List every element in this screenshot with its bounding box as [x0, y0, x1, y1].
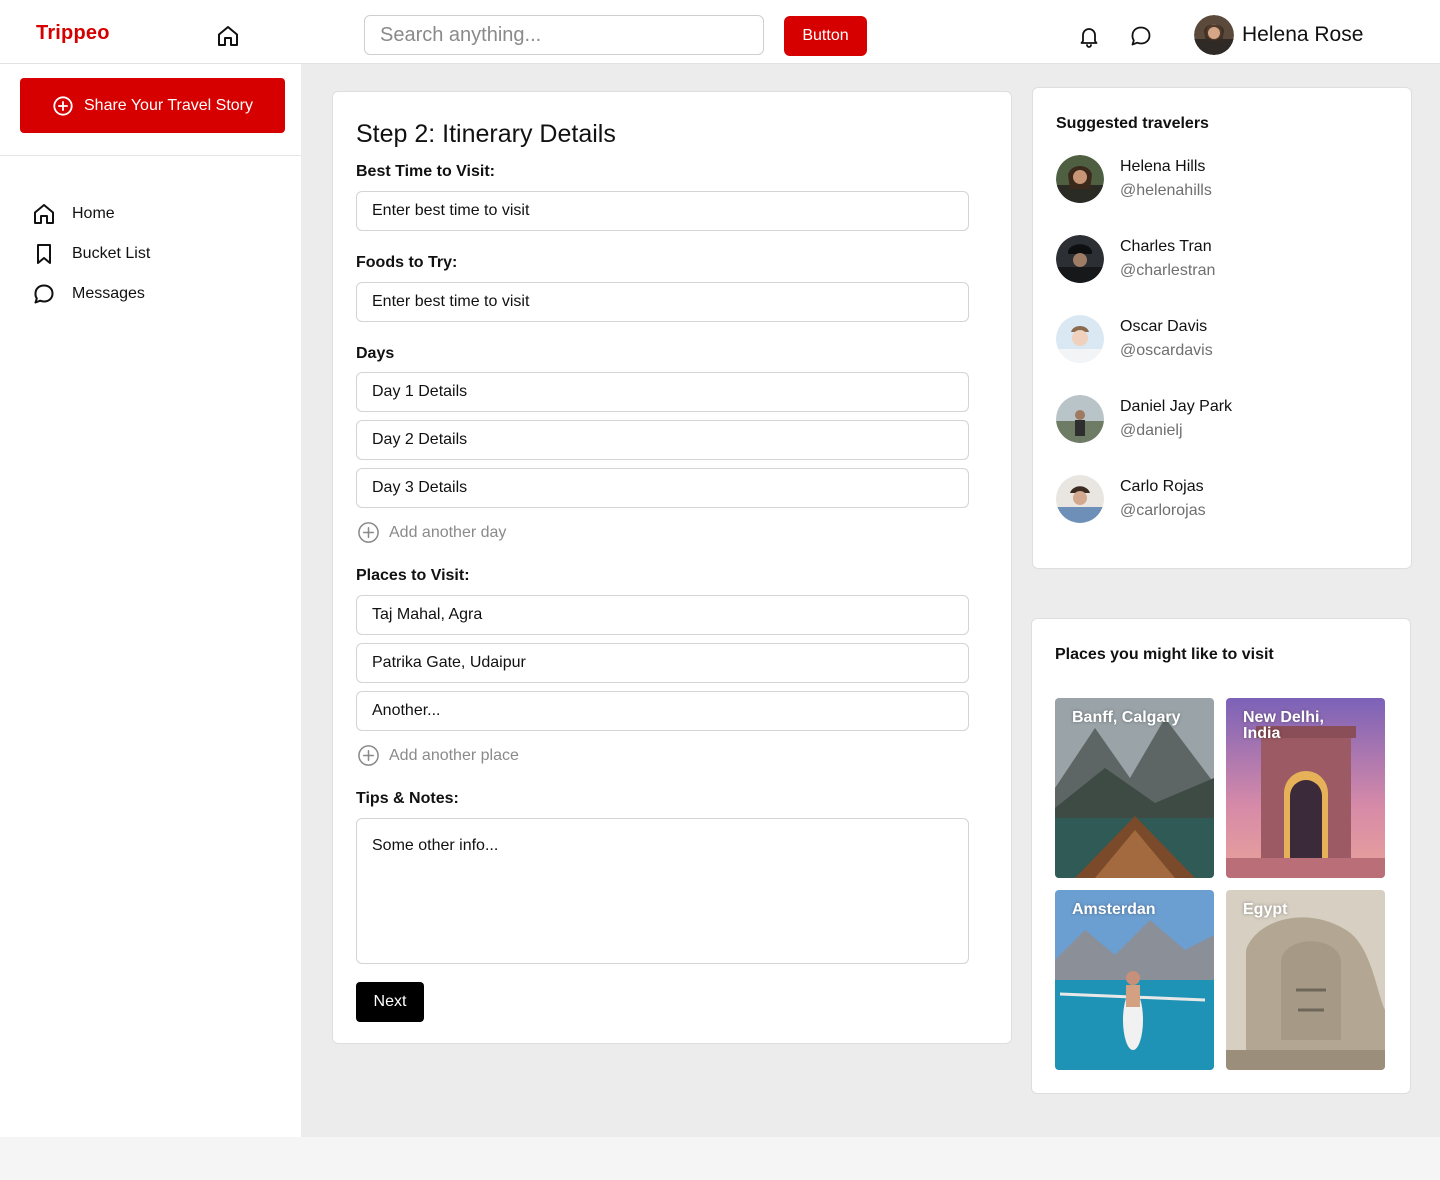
plus-circle-icon [53, 95, 73, 116]
footer-strip [0, 1137, 1440, 1180]
share-story-button[interactable]: Share Your Travel Story [20, 78, 285, 133]
traveler-item[interactable]: Oscar Davis @oscardavis [1056, 315, 1213, 363]
page-title: Step 2: Itinerary Details [356, 120, 616, 148]
place-tile-amsterdan[interactable]: Amsterdan [1055, 890, 1214, 1070]
avatar [1194, 15, 1234, 55]
place-caption: New Delhi, India [1243, 709, 1324, 742]
place-caption: Amsterdan [1072, 901, 1156, 918]
best-time-label: Best Time to Visit: [356, 163, 495, 180]
search-input[interactable] [364, 15, 764, 55]
avatar [1056, 155, 1104, 203]
traveler-handle: @helenahills [1120, 182, 1212, 199]
place-1-input[interactable] [356, 595, 969, 635]
suggested-travelers-card: Suggested travelers Helena Hills @helenah… [1032, 87, 1412, 569]
tips-textarea[interactable] [356, 818, 969, 964]
traveler-handle: @oscardavis [1120, 342, 1213, 359]
bell-icon[interactable] [1077, 24, 1101, 48]
sidebar-item-home[interactable]: Home [32, 194, 150, 234]
avatar [1056, 395, 1104, 443]
sidebar: Share Your Travel Story Home Bucket List… [0, 64, 301, 1137]
share-story-label: Share Your Travel Story [84, 96, 253, 114]
sidebar-nav: Home Bucket List Messages [32, 194, 150, 314]
avatar [1056, 315, 1104, 363]
sidebar-item-messages[interactable]: Messages [32, 274, 150, 314]
traveler-item[interactable]: Carlo Rojas @carlorojas [1056, 475, 1206, 523]
sidebar-item-label: Messages [72, 285, 145, 302]
places-label: Places to Visit: [356, 567, 470, 584]
plus-circle-icon [358, 745, 379, 766]
add-place-button[interactable]: Add another place [357, 744, 519, 767]
traveler-name: Helena Hills [1120, 158, 1206, 175]
user-menu[interactable]: Helena Rose [1194, 15, 1363, 55]
plus-circle-icon [358, 522, 379, 543]
traveler-item[interactable]: Helena Hills @helenahills [1056, 155, 1212, 203]
place-3-input[interactable] [356, 691, 969, 731]
best-time-input[interactable] [356, 191, 969, 231]
traveler-name: Oscar Davis [1120, 318, 1208, 335]
day-3-input[interactable] [356, 468, 969, 508]
add-place-label: Add another place [389, 746, 519, 764]
next-button[interactable]: Next [356, 982, 424, 1022]
traveler-handle: @danielj [1120, 422, 1183, 439]
traveler-item[interactable]: Daniel Jay Park @danielj [1056, 395, 1232, 443]
traveler-handle: @carlorojas [1120, 502, 1206, 519]
traveler-item[interactable]: Charles Tran @charlestran [1056, 235, 1215, 283]
place-caption: Banff, Calgary [1072, 709, 1181, 726]
traveler-handle: @charlestran [1120, 262, 1216, 279]
place-tile-banff[interactable]: Banff, Calgary [1055, 698, 1214, 878]
traveler-name: Carlo Rojas [1120, 478, 1204, 495]
suggested-title: Suggested travelers [1056, 115, 1209, 132]
add-day-label: Add another day [389, 523, 507, 541]
sidebar-item-label: Bucket List [72, 245, 151, 262]
itinerary-form-card: Step 2: Itinerary Details Best Time to V… [332, 91, 1012, 1044]
sidebar-item-bucket-list[interactable]: Bucket List [32, 234, 150, 274]
top-bar: Trippeo Button Helena Rose [0, 0, 1440, 64]
add-day-button[interactable]: Add another day [357, 521, 506, 544]
place-tile-new-delhi[interactable]: New Delhi, India [1226, 698, 1385, 878]
app-logo[interactable]: Trippeo [36, 22, 110, 45]
foods-input[interactable] [356, 282, 969, 322]
home-icon[interactable] [216, 24, 240, 48]
home-icon [34, 204, 54, 224]
traveler-name: Charles Tran [1120, 238, 1212, 255]
avatar [1056, 475, 1104, 523]
day-2-input[interactable] [356, 420, 969, 460]
chat-icon[interactable] [1129, 24, 1153, 48]
place-tile-egypt[interactable]: Egypt [1226, 890, 1385, 1070]
place-caption: Egypt [1243, 901, 1288, 918]
traveler-name: Daniel Jay Park [1120, 398, 1233, 415]
day-1-input[interactable] [356, 372, 969, 412]
places-title: Places you might like to visit [1055, 646, 1274, 663]
sidebar-divider [0, 155, 301, 156]
days-label: Days [356, 345, 395, 362]
foods-label: Foods to Try: [356, 254, 458, 271]
user-name: Helena Rose [1242, 23, 1364, 46]
avatar [1056, 235, 1104, 283]
sidebar-item-label: Home [72, 205, 115, 222]
bookmark-icon [37, 244, 51, 264]
header-button[interactable]: Button [784, 16, 867, 56]
chat-icon [34, 284, 54, 304]
tips-label: Tips & Notes: [356, 790, 459, 807]
places-suggestions-card: Places you might like to visit Banff, Ca… [1031, 618, 1411, 1094]
place-2-input[interactable] [356, 643, 969, 683]
